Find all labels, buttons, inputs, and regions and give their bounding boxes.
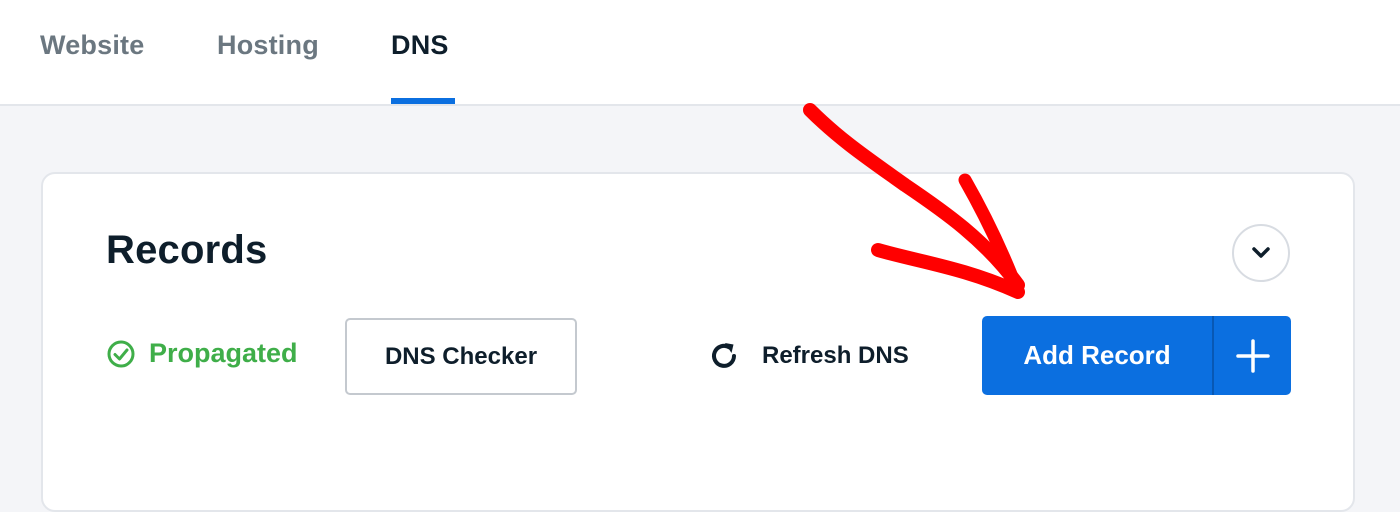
check-circle-icon: [107, 340, 135, 367]
tab-dns[interactable]: DNS: [391, 30, 449, 61]
plus-icon: [1235, 338, 1270, 373]
refresh-icon: [712, 343, 736, 368]
add-record-button-group: Add Record: [982, 316, 1291, 395]
status-label: Propagated: [149, 338, 298, 368]
tab-hosting[interactable]: Hosting: [217, 30, 319, 61]
dns-checker-button[interactable]: DNS Checker: [345, 318, 577, 395]
add-record-button[interactable]: Add Record: [982, 316, 1212, 395]
records-title: Records: [106, 228, 268, 272]
refresh-dns-button[interactable]: Refresh DNS: [706, 338, 909, 374]
propagation-status: Propagated: [106, 338, 298, 369]
active-tab-indicator: [391, 98, 455, 104]
top-navigation: Website Hosting DNS: [0, 0, 1400, 106]
tab-website[interactable]: Website: [40, 30, 144, 61]
add-record-dropdown-button[interactable]: [1214, 316, 1291, 395]
refresh-label: Refresh DNS: [762, 342, 909, 369]
collapse-button[interactable]: [1232, 224, 1290, 282]
chevron-down-icon: [1252, 247, 1270, 258]
